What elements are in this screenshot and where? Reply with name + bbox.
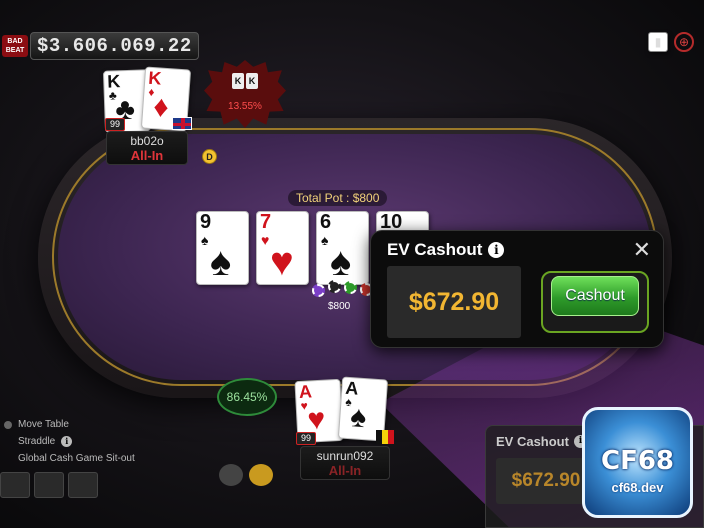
opponent-seat[interactable]: bb02o All-In (106, 131, 188, 165)
ev-amount-box: $672.90 (387, 266, 521, 338)
chip-icon (344, 281, 357, 294)
dealer-button: D (202, 149, 217, 164)
chip-icon (328, 280, 341, 293)
cards-icon[interactable]: ▮ (648, 32, 668, 52)
pot-chip-amount: $800 (328, 301, 351, 312)
mini-card: K (246, 73, 258, 89)
opponent-name: bb02o (130, 134, 164, 148)
dot-icon (4, 455, 12, 463)
bad-beat-logo: BAD BEAT (2, 35, 28, 57)
bottom-left-toolbar (0, 472, 98, 498)
hero-equity: 86.45% (217, 378, 277, 416)
emoji-icon[interactable] (249, 464, 273, 486)
hero-status: All-In (328, 463, 362, 478)
hand-history-icon[interactable] (0, 472, 30, 498)
hero-seat[interactable]: sunrun092 All-In (300, 446, 390, 480)
board-card-2: 7 ♥ ♥ (256, 211, 309, 285)
logo-text: CF68 (600, 446, 675, 476)
poker-table-scene: BAD BEAT $3.606.069.22 ⊕ ⊕ ▮ K ♣ ♣ K ♦ ♦… (0, 0, 704, 528)
cashout-button[interactable]: Cashout (551, 276, 639, 316)
bad-beat-jackpot: BAD BEAT $3.606.069.22 (2, 32, 199, 60)
ev-ghost-amount: $672.90 (511, 470, 581, 491)
chip-red-icon[interactable]: ⊕ (674, 32, 694, 52)
board-card-3: 6 ♠ ♠ (316, 211, 369, 285)
chat-icon[interactable] (219, 464, 243, 486)
ev-cashout-popup: EV Cashout i ✕ $672.90 Cashout (370, 230, 664, 348)
hero-name: sunrun092 (316, 449, 374, 463)
ev-cashout-title: EV Cashout i (387, 240, 505, 260)
replay-icon[interactable] (68, 472, 98, 498)
chip-icon (312, 284, 325, 297)
side-menu: Move Table Straddle i Global Cash Game S… (4, 416, 135, 467)
mini-card: K (232, 73, 244, 89)
jackpot-amount: $3.606.069.22 (30, 32, 199, 60)
info-icon[interactable]: i (61, 436, 73, 447)
uk-flag-icon (172, 117, 192, 130)
dot-icon (4, 438, 12, 446)
menu-item-move-table[interactable]: Move Table (4, 416, 135, 433)
top-right-toolbar: ⊕ ⊕ ▮ (648, 32, 694, 52)
ev-ghost-title: EV Cashout i (496, 434, 587, 449)
opponent-status: All-In (130, 148, 164, 163)
cashout-button-frame: Cashout (541, 271, 649, 333)
opponent-equity: 13.55% (228, 101, 262, 112)
ev-ghost-amount-box: $672.90 (496, 458, 596, 504)
total-pot-label: Total Pot : $800 (288, 190, 388, 206)
pot-chips (312, 278, 373, 300)
logo-subtext: cf68.dev (611, 480, 664, 495)
opponent-mini-cards: K K (232, 73, 258, 89)
close-icon[interactable]: ✕ (633, 237, 651, 263)
belgium-flag-icon (376, 430, 394, 444)
menu-item-straddle[interactable]: Straddle i (4, 433, 135, 450)
watermark-logo: CF68 cf68.dev (582, 407, 693, 518)
ev-cashout-amount: $672.90 (408, 287, 500, 316)
menu-item-global-sitout[interactable]: Global Cash Game Sit-out (4, 450, 135, 467)
opponent-level-badge: 99 (105, 118, 125, 131)
info-icon[interactable]: i (488, 242, 505, 258)
hero-level-badge: 99 (296, 432, 316, 445)
dot-icon (4, 420, 12, 429)
board-card-1: 9 ♠ ♠ (196, 211, 249, 285)
stats-icon[interactable] (34, 472, 64, 498)
